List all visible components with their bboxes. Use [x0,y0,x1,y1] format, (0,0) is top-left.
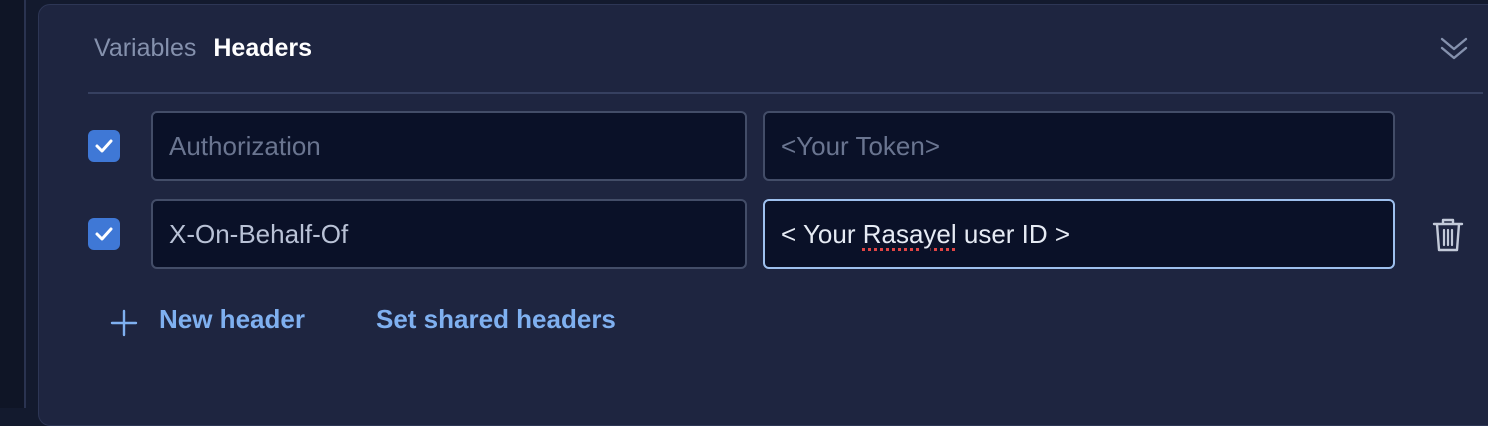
checkmark-icon [95,227,113,241]
header-2-value-prefix: < Your [781,218,863,249]
header-2-enabled-checkbox[interactable] [88,218,120,250]
new-header-button[interactable]: New header [159,304,305,335]
header-1-enabled-checkbox[interactable] [88,130,120,162]
header-1-key-input[interactable]: Authorization [151,111,747,181]
header-1-key-placeholder: Authorization [169,130,321,161]
header-2-value-input[interactable]: < Your Rasayel user ID > [763,199,1395,269]
tab-headers[interactable]: Headers [213,34,312,63]
header-2-key-value: X-On-Behalf-Of [169,218,349,249]
tab-divider [88,92,1483,94]
header-1-value-placeholder: <Your Token> [781,130,941,161]
tab-bar: Variables Headers [94,28,312,68]
spellcheck-flagged-word: Rasayel [862,218,957,249]
header-2-value-text: < Your Rasayel user ID > [781,219,1070,250]
plus-icon[interactable] [110,309,138,337]
header-2-value-suffix: user ID > [956,218,1071,249]
trash-icon[interactable] [1430,216,1466,254]
left-sidebar-edge [0,0,26,408]
checkmark-icon [95,139,113,153]
double-chevron-down-icon[interactable] [1438,32,1470,64]
header-2-key-input[interactable]: X-On-Behalf-Of [151,199,747,269]
tab-variables[interactable]: Variables [94,34,196,63]
header-1-value-input[interactable]: <Your Token> [763,111,1395,181]
set-shared-headers-button[interactable]: Set shared headers [376,304,616,335]
